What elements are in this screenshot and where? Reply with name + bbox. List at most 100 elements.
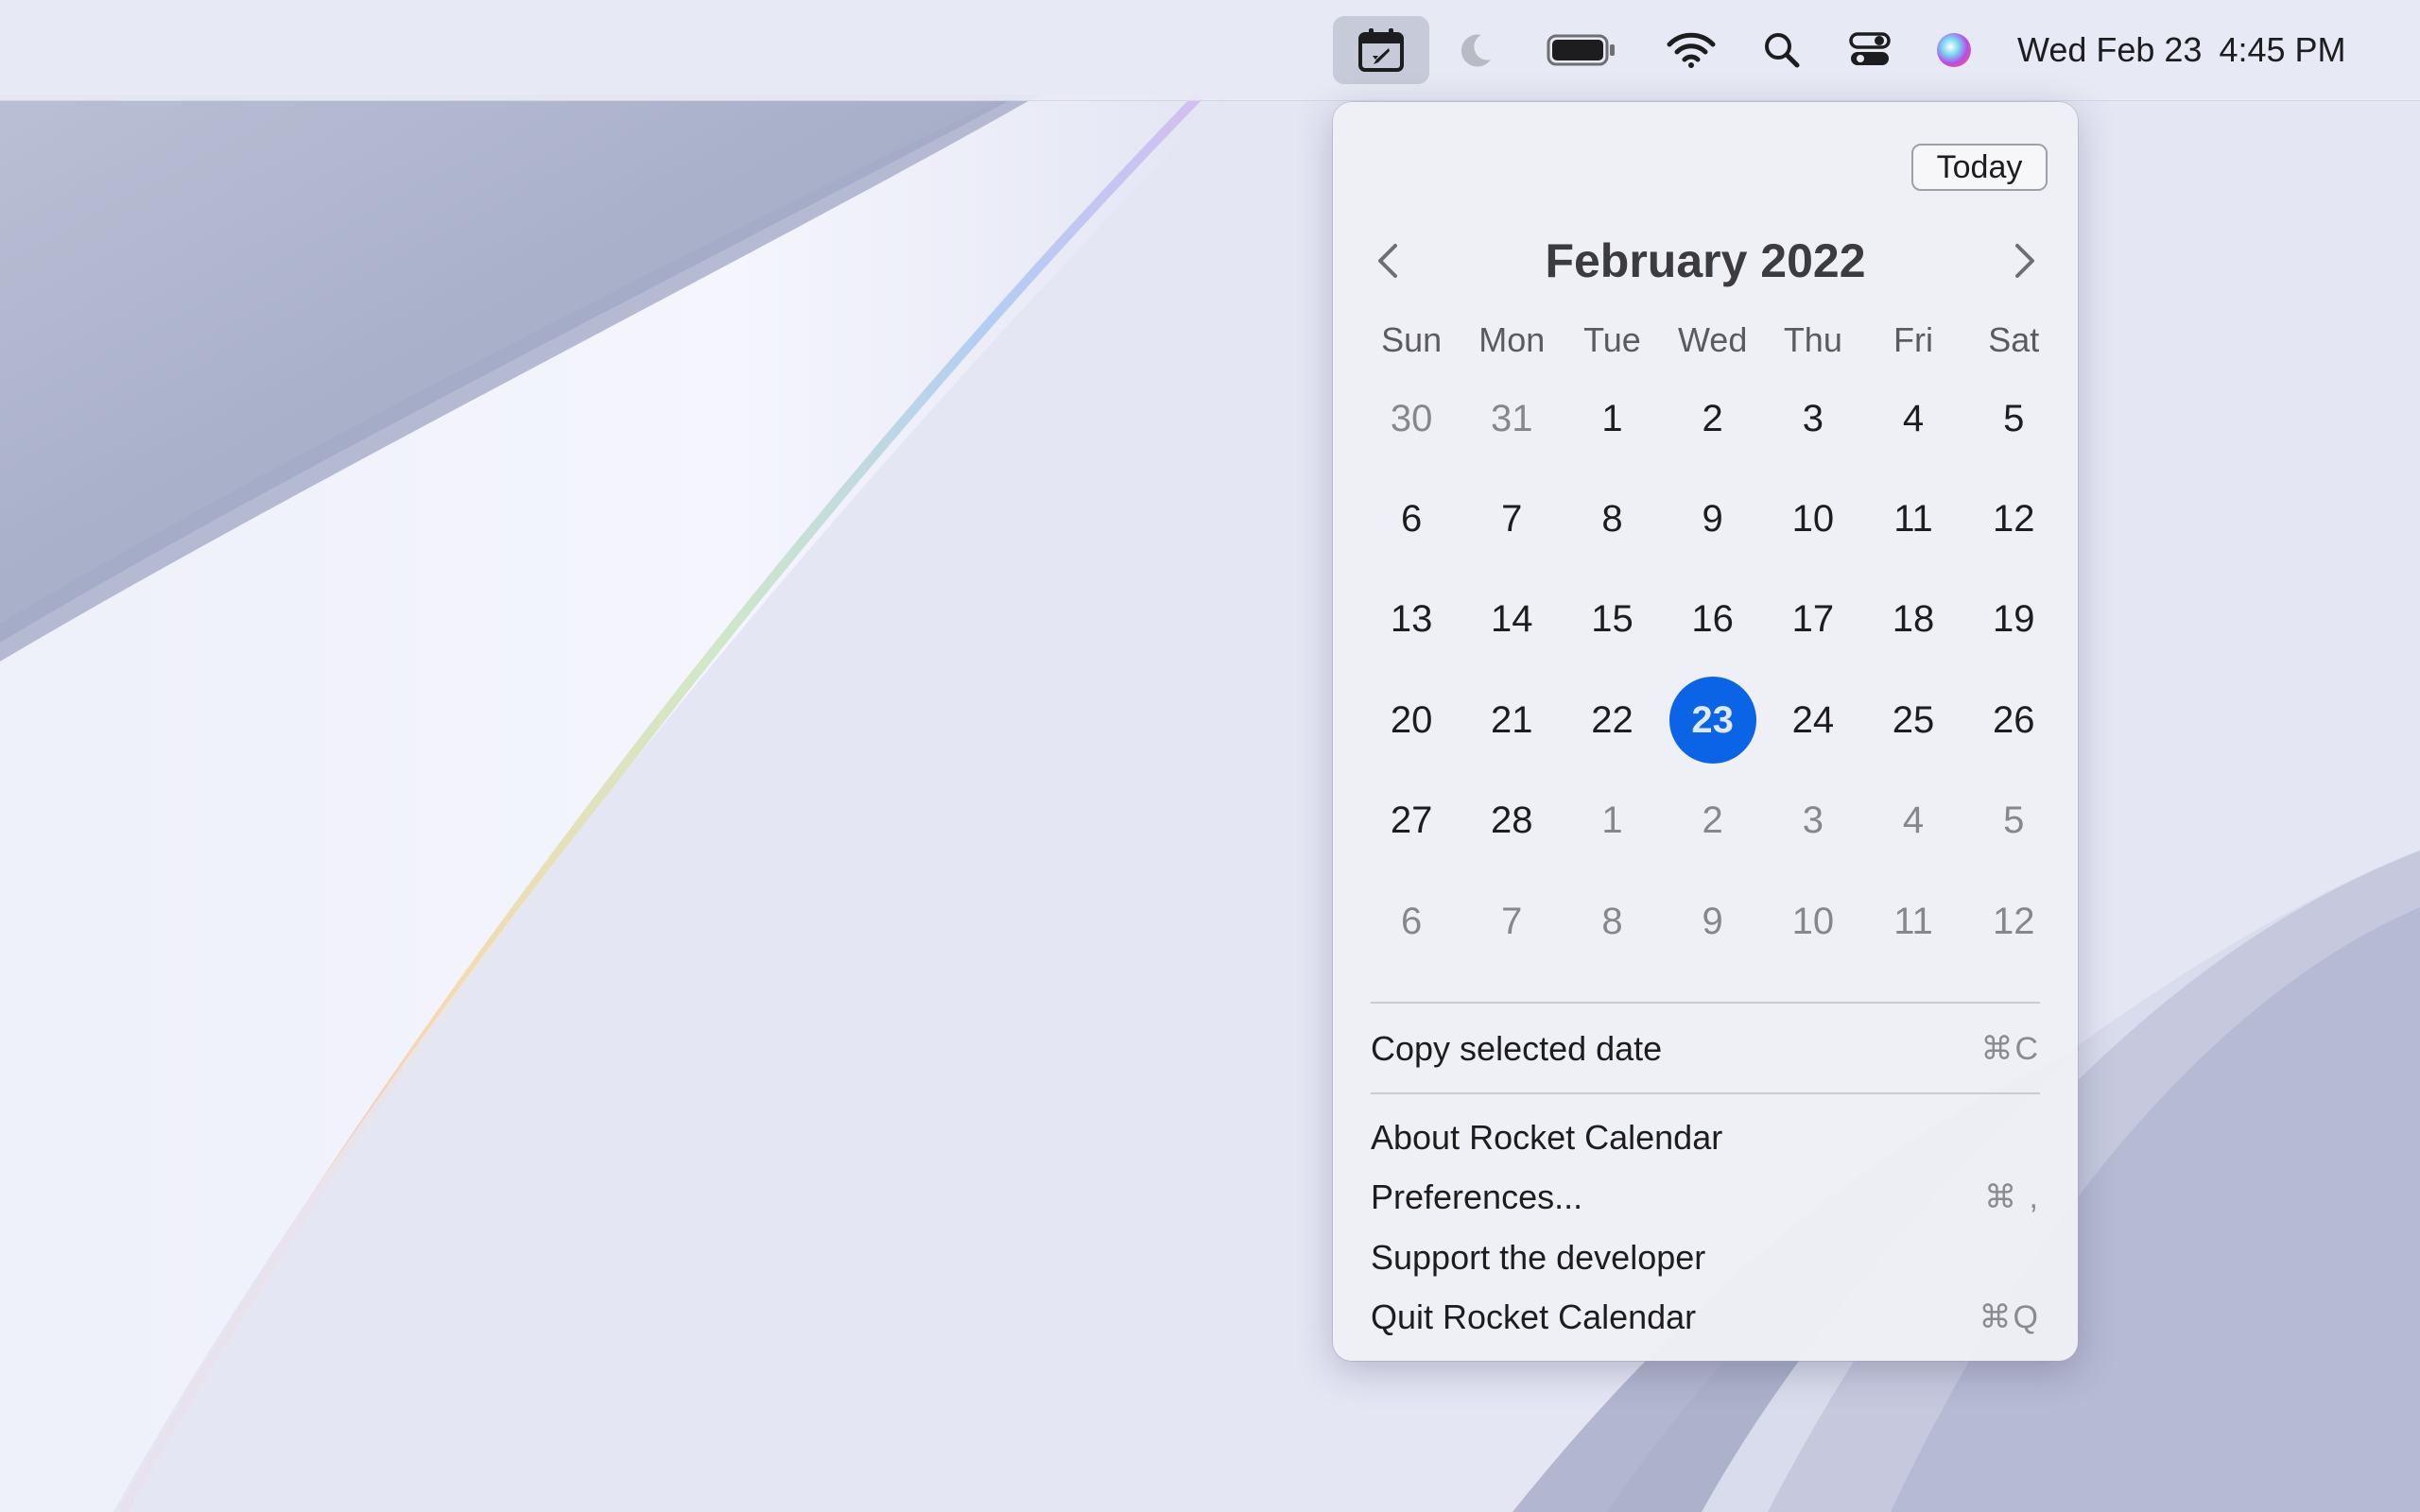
siri-icon [1937, 33, 1971, 67]
calendar-day[interactable]: 7 [1461, 469, 1562, 569]
quit-item[interactable]: Quit Rocket Calendar ⌘Q [1371, 1291, 2040, 1344]
day-number: 11 [1893, 498, 1933, 541]
menu-item-label: Copy selected date [1371, 1029, 1663, 1068]
next-month-button[interactable] [1998, 234, 2051, 287]
calendar-day[interactable]: 3 [1763, 369, 1863, 469]
weekday-label: Sun [1381, 320, 1443, 359]
spotlight-item[interactable] [1756, 0, 1807, 100]
focus-moon-item[interactable] [1446, 0, 1505, 100]
calendar-day[interactable]: 18 [1863, 570, 1963, 670]
calendar-day[interactable]: 5 [1963, 771, 2064, 871]
calendar-day[interactable]: 12 [1963, 871, 2064, 971]
calendar-day[interactable]: 15 [1562, 570, 1662, 670]
calendar-day[interactable]: 6 [1361, 871, 1461, 971]
calendar-day[interactable]: 27 [1361, 771, 1461, 871]
day-number: 11 [1893, 900, 1933, 942]
calendar-day[interactable]: 10 [1763, 469, 1863, 569]
menu-item-label: Support the developer [1371, 1238, 1706, 1277]
calendar-day[interactable]: 24 [1763, 670, 1863, 770]
day-number: 27 [1390, 799, 1433, 842]
month-title: February 2022 [1545, 234, 1866, 287]
calendar-day[interactable]: 1 [1562, 369, 1662, 469]
calendar-day[interactable]: 30 [1361, 369, 1461, 469]
calendar-day[interactable]: 9 [1663, 469, 1763, 569]
calendar-day[interactable]: 25 [1863, 670, 1963, 770]
calendar-day[interactable]: 7 [1461, 871, 1562, 971]
calendar-day[interactable]: 10 [1763, 871, 1863, 971]
calendar-day[interactable]: 19 [1963, 570, 2064, 670]
calendar-day-selected[interactable]: 23 [1663, 670, 1763, 770]
calendar-day[interactable]: 13 [1361, 570, 1461, 670]
control-center-icon [1849, 32, 1891, 65]
calendar-week-row: 27 28 1 2 3 4 5 [1361, 771, 2065, 871]
menu-item-shortcut: ⌘C [1980, 1031, 2040, 1067]
calendar-day[interactable]: 17 [1763, 570, 1863, 670]
battery-item[interactable] [1543, 0, 1620, 100]
menu-item-shortcut: ⌘Q [1979, 1299, 2040, 1335]
chevron-right-icon [2015, 244, 2034, 278]
weekday-label: Thu [1783, 320, 1842, 359]
chevron-left-icon [1378, 244, 1397, 278]
calendar-day[interactable]: 4 [1863, 369, 1963, 469]
wifi-icon [1667, 32, 1716, 68]
calendar-day[interactable]: 5 [1963, 369, 2064, 469]
calendar-day[interactable]: 14 [1461, 570, 1562, 670]
wifi-item[interactable] [1662, 0, 1720, 100]
moon-icon [1461, 34, 1491, 67]
calendar-day[interactable]: 11 [1863, 469, 1963, 569]
calendar-day[interactable]: 11 [1863, 871, 1963, 971]
calendar-day[interactable]: 21 [1461, 670, 1562, 770]
calendar-day[interactable]: 28 [1461, 771, 1562, 871]
calendar-day[interactable]: 8 [1562, 871, 1662, 971]
preferences-item[interactable]: Preferences... ⌘ , [1371, 1171, 2040, 1224]
day-number: 12 [1992, 900, 2035, 942]
calendar-grid: Sun Mon Tue Wed Thu Fri Sat 30 31 1 2 3 4 5 6 7 8… [1361, 312, 2065, 971]
calendar-day[interactable]: 9 [1663, 871, 1763, 971]
calendar-day[interactable]: 22 [1562, 670, 1662, 770]
calendar-day[interactable]: 31 [1461, 369, 1562, 469]
day-number: 9 [1702, 498, 1723, 541]
calendar-day[interactable]: 6 [1361, 469, 1461, 569]
menu-divider [1371, 1092, 2040, 1094]
day-number: 22 [1591, 698, 1634, 741]
day-number: 10 [1791, 498, 1835, 541]
search-icon [1765, 33, 1800, 68]
day-number: 9 [1702, 900, 1723, 942]
day-number: 2 [1702, 799, 1723, 842]
clock-time: 4:45 PM [2219, 30, 2346, 69]
copy-selected-date-item[interactable]: Copy selected date ⌘C [1371, 1022, 2040, 1075]
day-number: 28 [1491, 799, 1533, 842]
rocket-calendar-menu-extra[interactable] [1333, 16, 1429, 84]
calendar-day[interactable]: 1 [1562, 771, 1662, 871]
day-number: 5 [2003, 799, 2025, 842]
day-number: 1 [1601, 799, 1623, 842]
weekday-header: Sun Mon Tue Wed Thu Fri Sat [1361, 312, 2065, 369]
day-number: 3 [1802, 799, 1824, 842]
calendar-day[interactable]: 12 [1963, 469, 2064, 569]
calendar-day[interactable]: 16 [1663, 570, 1763, 670]
today-button[interactable]: Today [1911, 144, 2048, 191]
calendar-week-row: 13 14 15 16 17 18 19 [1361, 570, 2065, 670]
calendar-day[interactable]: 3 [1763, 771, 1863, 871]
menu-item-label: About Rocket Calendar [1371, 1118, 1723, 1157]
calendar-day[interactable]: 26 [1963, 670, 2064, 770]
calendar-day[interactable]: 20 [1361, 670, 1461, 770]
menu-item-label: Quit Rocket Calendar [1371, 1297, 1697, 1336]
calendar-day[interactable]: 2 [1663, 369, 1763, 469]
weekday-label: Sat [1988, 320, 2040, 359]
day-number: 30 [1390, 397, 1433, 439]
about-item[interactable]: About Rocket Calendar [1371, 1111, 2040, 1164]
calendar-day[interactable]: 4 [1863, 771, 1963, 871]
menu-bar-clock[interactable]: Wed Feb 23 4:45 PM [2017, 0, 2363, 100]
calendar-day[interactable]: 8 [1562, 469, 1662, 569]
control-center-item[interactable] [1843, 0, 1896, 100]
menu-bar: Wed Feb 23 4:45 PM [0, 0, 2420, 101]
day-number: 3 [1802, 397, 1824, 439]
weekday-label: Tue [1583, 320, 1641, 359]
support-developer-item[interactable]: Support the developer [1371, 1231, 2040, 1284]
calendar-day[interactable]: 2 [1663, 771, 1763, 871]
day-number: 6 [1400, 900, 1423, 942]
siri-item[interactable] [1930, 0, 1978, 100]
previous-month-button[interactable] [1361, 234, 1414, 287]
day-number: 21 [1491, 698, 1533, 741]
